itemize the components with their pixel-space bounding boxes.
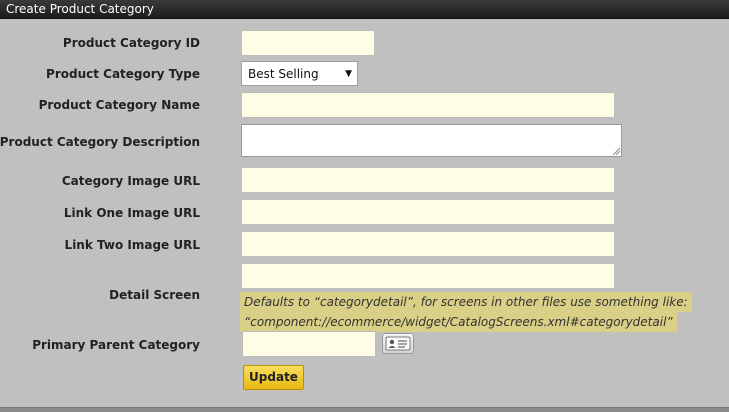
primary-parent-category-input[interactable]	[242, 331, 376, 357]
category-description-label: Product Category Description	[0, 135, 200, 149]
category-name-input[interactable]	[241, 92, 615, 118]
link-two-image-url-label: Link Two Image URL	[64, 238, 200, 252]
form-header-bar: Create Product Category	[0, 0, 729, 19]
link-one-image-url-input[interactable]	[241, 199, 615, 225]
detail-screen-label: Detail Screen	[109, 288, 200, 302]
category-id-label: Product Category ID	[62, 36, 200, 50]
link-one-image-url-label: Link One Image URL	[63, 206, 200, 220]
update-button[interactable]: Update	[243, 365, 304, 390]
panel-bottom-border	[0, 407, 729, 412]
category-type-label: Product Category Type	[46, 67, 200, 81]
detail-screen-hint: Defaults to “categorydetail”, for screen…	[240, 292, 692, 332]
form-title: Create Product Category	[6, 2, 154, 16]
category-description-textarea[interactable]	[241, 124, 622, 157]
category-type-select[interactable]: Best Selling ▼	[241, 61, 358, 86]
detail-screen-hint-line-1: Defaults to “categorydetail”, for screen…	[240, 292, 692, 312]
resize-grip-icon[interactable]	[612, 147, 620, 155]
lookup-card-icon	[385, 336, 411, 351]
category-image-url-label: Category Image URL	[61, 174, 200, 188]
category-name-label: Product Category Name	[38, 98, 200, 112]
primary-parent-category-lookup-button[interactable]	[382, 333, 414, 354]
primary-parent-category-label: Primary Parent Category	[32, 338, 200, 352]
link-two-image-url-input[interactable]	[241, 231, 615, 257]
dropdown-arrow-icon: ▼	[345, 69, 352, 79]
detail-screen-hint-line-2: “component://ecommerce/widget/CatalogScr…	[240, 312, 677, 332]
detail-screen-input[interactable]	[241, 263, 615, 289]
category-image-url-input[interactable]	[241, 167, 615, 193]
category-type-selected-value: Best Selling	[248, 67, 319, 81]
category-id-input[interactable]	[241, 30, 375, 56]
